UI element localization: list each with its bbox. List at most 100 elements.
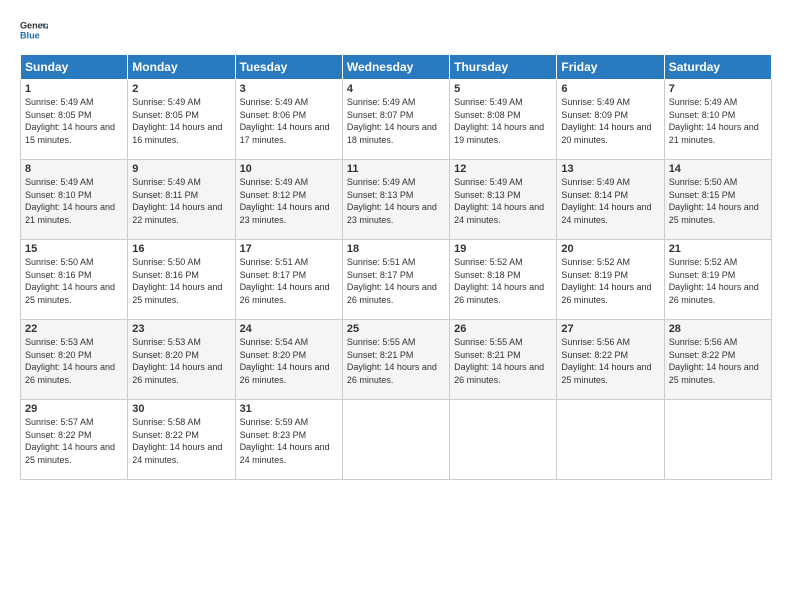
- calendar-cell: 14 Sunrise: 5:50 AM Sunset: 8:15 PM Dayl…: [664, 160, 771, 240]
- day-number: 17: [240, 243, 338, 255]
- day-number: 22: [25, 323, 123, 335]
- logo: General Blue: [20, 16, 48, 44]
- day-info: Sunrise: 5:52 AM Sunset: 8:18 PM Dayligh…: [454, 256, 552, 306]
- calendar-cell: 12 Sunrise: 5:49 AM Sunset: 8:13 PM Dayl…: [450, 160, 557, 240]
- day-info: Sunrise: 5:49 AM Sunset: 8:05 PM Dayligh…: [25, 96, 123, 146]
- calendar-cell: 22 Sunrise: 5:53 AM Sunset: 8:20 PM Dayl…: [21, 320, 128, 400]
- calendar-cell: 8 Sunrise: 5:49 AM Sunset: 8:10 PM Dayli…: [21, 160, 128, 240]
- calendar-cell: 9 Sunrise: 5:49 AM Sunset: 8:11 PM Dayli…: [128, 160, 235, 240]
- calendar-cell: 13 Sunrise: 5:49 AM Sunset: 8:14 PM Dayl…: [557, 160, 664, 240]
- day-number: 20: [561, 243, 659, 255]
- calendar-cell: [342, 400, 449, 480]
- day-info: Sunrise: 5:53 AM Sunset: 8:20 PM Dayligh…: [132, 336, 230, 386]
- day-header-thursday: Thursday: [450, 55, 557, 80]
- calendar-cell: 2 Sunrise: 5:49 AM Sunset: 8:05 PM Dayli…: [128, 80, 235, 160]
- calendar-cell: [450, 400, 557, 480]
- calendar-cell: 24 Sunrise: 5:54 AM Sunset: 8:20 PM Dayl…: [235, 320, 342, 400]
- day-header-tuesday: Tuesday: [235, 55, 342, 80]
- calendar-cell: 23 Sunrise: 5:53 AM Sunset: 8:20 PM Dayl…: [128, 320, 235, 400]
- day-info: Sunrise: 5:49 AM Sunset: 8:05 PM Dayligh…: [132, 96, 230, 146]
- day-info: Sunrise: 5:56 AM Sunset: 8:22 PM Dayligh…: [561, 336, 659, 386]
- calendar-cell: 28 Sunrise: 5:56 AM Sunset: 8:22 PM Dayl…: [664, 320, 771, 400]
- day-number: 15: [25, 243, 123, 255]
- day-info: Sunrise: 5:49 AM Sunset: 8:08 PM Dayligh…: [454, 96, 552, 146]
- day-number: 13: [561, 163, 659, 175]
- day-info: Sunrise: 5:50 AM Sunset: 8:16 PM Dayligh…: [25, 256, 123, 306]
- day-number: 5: [454, 83, 552, 95]
- day-info: Sunrise: 5:49 AM Sunset: 8:09 PM Dayligh…: [561, 96, 659, 146]
- day-number: 12: [454, 163, 552, 175]
- day-number: 31: [240, 403, 338, 415]
- day-info: Sunrise: 5:54 AM Sunset: 8:20 PM Dayligh…: [240, 336, 338, 386]
- calendar-cell: [557, 400, 664, 480]
- day-info: Sunrise: 5:58 AM Sunset: 8:22 PM Dayligh…: [132, 416, 230, 466]
- day-number: 1: [25, 83, 123, 95]
- day-header-friday: Friday: [557, 55, 664, 80]
- calendar-cell: 27 Sunrise: 5:56 AM Sunset: 8:22 PM Dayl…: [557, 320, 664, 400]
- calendar-cell: 4 Sunrise: 5:49 AM Sunset: 8:07 PM Dayli…: [342, 80, 449, 160]
- day-number: 19: [454, 243, 552, 255]
- day-header-monday: Monday: [128, 55, 235, 80]
- calendar-cell: 29 Sunrise: 5:57 AM Sunset: 8:22 PM Dayl…: [21, 400, 128, 480]
- day-number: 9: [132, 163, 230, 175]
- day-info: Sunrise: 5:52 AM Sunset: 8:19 PM Dayligh…: [669, 256, 767, 306]
- day-number: 29: [25, 403, 123, 415]
- day-number: 16: [132, 243, 230, 255]
- day-header-sunday: Sunday: [21, 55, 128, 80]
- svg-text:Blue: Blue: [20, 30, 40, 40]
- day-number: 8: [25, 163, 123, 175]
- calendar-cell: 10 Sunrise: 5:49 AM Sunset: 8:12 PM Dayl…: [235, 160, 342, 240]
- day-number: 28: [669, 323, 767, 335]
- calendar-table: SundayMondayTuesdayWednesdayThursdayFrid…: [20, 54, 772, 480]
- calendar-cell: 15 Sunrise: 5:50 AM Sunset: 8:16 PM Dayl…: [21, 240, 128, 320]
- calendar-cell: 17 Sunrise: 5:51 AM Sunset: 8:17 PM Dayl…: [235, 240, 342, 320]
- day-number: 14: [669, 163, 767, 175]
- day-info: Sunrise: 5:49 AM Sunset: 8:10 PM Dayligh…: [25, 176, 123, 226]
- day-number: 21: [669, 243, 767, 255]
- day-number: 11: [347, 163, 445, 175]
- day-number: 18: [347, 243, 445, 255]
- calendar-cell: 26 Sunrise: 5:55 AM Sunset: 8:21 PM Dayl…: [450, 320, 557, 400]
- day-number: 7: [669, 83, 767, 95]
- day-info: Sunrise: 5:51 AM Sunset: 8:17 PM Dayligh…: [347, 256, 445, 306]
- calendar-cell: 19 Sunrise: 5:52 AM Sunset: 8:18 PM Dayl…: [450, 240, 557, 320]
- day-info: Sunrise: 5:56 AM Sunset: 8:22 PM Dayligh…: [669, 336, 767, 386]
- calendar-cell: 6 Sunrise: 5:49 AM Sunset: 8:09 PM Dayli…: [557, 80, 664, 160]
- calendar-cell: 5 Sunrise: 5:49 AM Sunset: 8:08 PM Dayli…: [450, 80, 557, 160]
- calendar-cell: 1 Sunrise: 5:49 AM Sunset: 8:05 PM Dayli…: [21, 80, 128, 160]
- day-info: Sunrise: 5:53 AM Sunset: 8:20 PM Dayligh…: [25, 336, 123, 386]
- day-info: Sunrise: 5:55 AM Sunset: 8:21 PM Dayligh…: [347, 336, 445, 386]
- day-info: Sunrise: 5:49 AM Sunset: 8:11 PM Dayligh…: [132, 176, 230, 226]
- day-header-wednesday: Wednesday: [342, 55, 449, 80]
- day-info: Sunrise: 5:50 AM Sunset: 8:15 PM Dayligh…: [669, 176, 767, 226]
- day-number: 3: [240, 83, 338, 95]
- day-info: Sunrise: 5:51 AM Sunset: 8:17 PM Dayligh…: [240, 256, 338, 306]
- day-number: 24: [240, 323, 338, 335]
- day-number: 23: [132, 323, 230, 335]
- calendar-cell: [664, 400, 771, 480]
- day-number: 30: [132, 403, 230, 415]
- calendar-cell: 16 Sunrise: 5:50 AM Sunset: 8:16 PM Dayl…: [128, 240, 235, 320]
- day-info: Sunrise: 5:49 AM Sunset: 8:07 PM Dayligh…: [347, 96, 445, 146]
- calendar-cell: 21 Sunrise: 5:52 AM Sunset: 8:19 PM Dayl…: [664, 240, 771, 320]
- calendar-cell: 31 Sunrise: 5:59 AM Sunset: 8:23 PM Dayl…: [235, 400, 342, 480]
- day-number: 25: [347, 323, 445, 335]
- calendar-cell: 30 Sunrise: 5:58 AM Sunset: 8:22 PM Dayl…: [128, 400, 235, 480]
- day-info: Sunrise: 5:52 AM Sunset: 8:19 PM Dayligh…: [561, 256, 659, 306]
- day-number: 4: [347, 83, 445, 95]
- day-info: Sunrise: 5:49 AM Sunset: 8:14 PM Dayligh…: [561, 176, 659, 226]
- day-number: 26: [454, 323, 552, 335]
- calendar-cell: 11 Sunrise: 5:49 AM Sunset: 8:13 PM Dayl…: [342, 160, 449, 240]
- day-info: Sunrise: 5:49 AM Sunset: 8:13 PM Dayligh…: [347, 176, 445, 226]
- day-number: 2: [132, 83, 230, 95]
- calendar-cell: 18 Sunrise: 5:51 AM Sunset: 8:17 PM Dayl…: [342, 240, 449, 320]
- day-number: 10: [240, 163, 338, 175]
- calendar-cell: 7 Sunrise: 5:49 AM Sunset: 8:10 PM Dayli…: [664, 80, 771, 160]
- day-info: Sunrise: 5:55 AM Sunset: 8:21 PM Dayligh…: [454, 336, 552, 386]
- day-info: Sunrise: 5:49 AM Sunset: 8:12 PM Dayligh…: [240, 176, 338, 226]
- calendar-cell: 20 Sunrise: 5:52 AM Sunset: 8:19 PM Dayl…: [557, 240, 664, 320]
- calendar-cell: 25 Sunrise: 5:55 AM Sunset: 8:21 PM Dayl…: [342, 320, 449, 400]
- day-header-saturday: Saturday: [664, 55, 771, 80]
- day-info: Sunrise: 5:50 AM Sunset: 8:16 PM Dayligh…: [132, 256, 230, 306]
- day-number: 27: [561, 323, 659, 335]
